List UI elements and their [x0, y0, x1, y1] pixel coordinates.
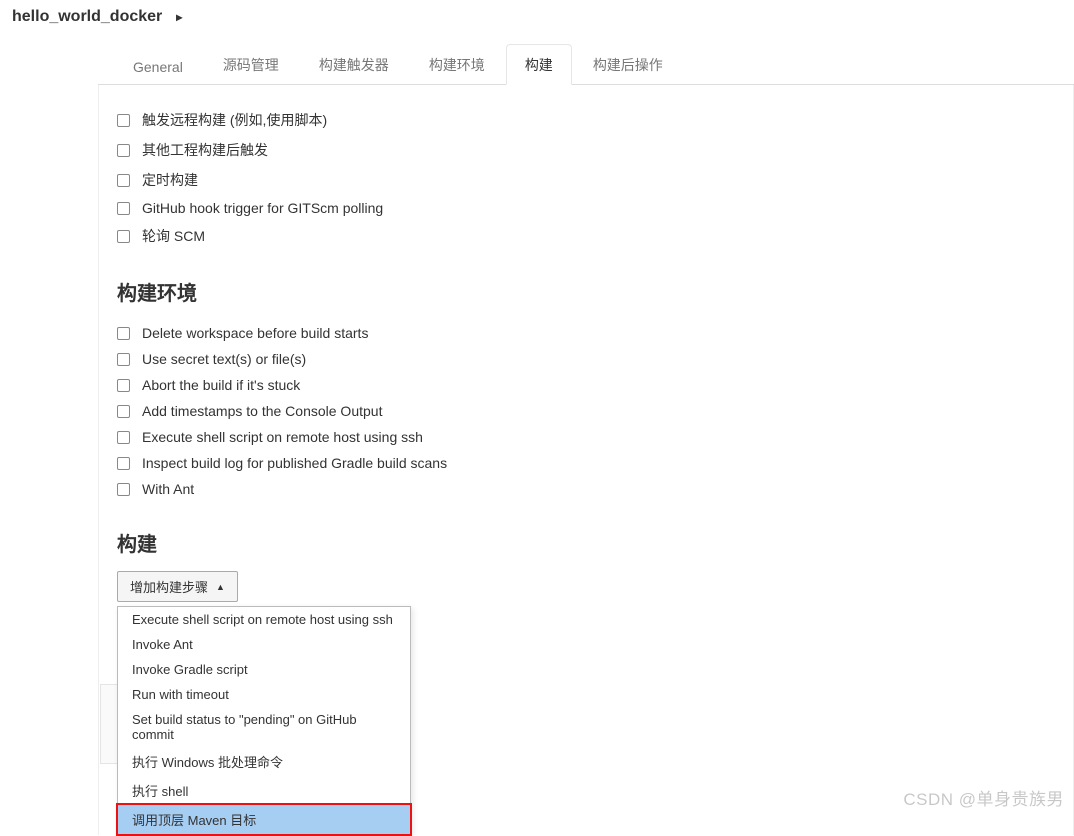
add-build-step-button[interactable]: 增加构建步骤 ▲: [117, 571, 238, 602]
chevron-right-icon: ▸: [176, 10, 182, 24]
build-step-option[interactable]: Invoke Gradle script: [118, 657, 410, 682]
buildenv-checkbox[interactable]: [117, 431, 130, 444]
trigger-checkbox[interactable]: [117, 114, 130, 127]
buildenv-checkbox[interactable]: [117, 379, 130, 392]
buildenv-label: Use secret text(s) or file(s): [142, 351, 306, 367]
config-tabs: General源码管理构建触发器构建环境构建构建后操作: [98, 34, 1074, 84]
tab-1[interactable]: 源码管理: [204, 44, 298, 84]
buildenv-label: Abort the build if it's stuck: [142, 377, 300, 393]
buildenv-row: Delete workspace before build starts: [117, 320, 1055, 346]
build-step-option[interactable]: Run with timeout: [118, 682, 410, 707]
build-step-option[interactable]: 调用顶层 Maven 目标: [116, 803, 412, 836]
build-step-option[interactable]: 执行 Windows 批处理命令: [118, 747, 410, 776]
trigger-label: 轮询 SCM: [142, 226, 205, 246]
add-build-step-dropdown: Execute shell script on remote host usin…: [117, 606, 411, 835]
config-content: 触发远程构建 (例如,使用脚本) 其他工程构建后触发定时构建 GitHub hook…: [98, 85, 1074, 835]
build-step-option[interactable]: Execute shell script on remote host usin…: [118, 607, 410, 632]
buildenv-label: With Ant: [142, 481, 194, 497]
breadcrumb: hello_world_docker ▸: [0, 0, 1074, 34]
buildenv-label: Add timestamps to the Console Output: [142, 403, 382, 419]
section-build-heading: 构建: [117, 528, 1055, 557]
build-step-option[interactable]: Set build status to "pending" on GitHub …: [118, 707, 410, 747]
buildenv-checkbox[interactable]: [117, 405, 130, 418]
tab-0[interactable]: General: [114, 48, 202, 84]
build-step-option[interactable]: 执行 shell: [118, 776, 410, 805]
trigger-row: 触发远程构建 (例如,使用脚本): [117, 105, 1055, 135]
caret-up-icon: ▲: [216, 582, 225, 592]
trigger-row: GitHub hook trigger for GITScm polling: [117, 195, 1055, 221]
buildenv-row: Inspect build log for published Gradle b…: [117, 450, 1055, 476]
trigger-row: 其他工程构建后触发: [117, 135, 1055, 165]
buildenv-row: Use secret text(s) or file(s): [117, 346, 1055, 372]
tab-2[interactable]: 构建触发器: [300, 44, 408, 84]
trigger-checkbox[interactable]: [117, 144, 130, 157]
buildenv-row: With Ant: [117, 476, 1055, 502]
section-build-env-heading: 构建环境: [117, 277, 1055, 306]
trigger-row: 定时构建: [117, 165, 1055, 195]
trigger-label: 触发远程构建 (例如,使用脚本): [142, 110, 327, 130]
buildenv-row: Add timestamps to the Console Output: [117, 398, 1055, 424]
buildenv-checkbox[interactable]: [117, 483, 130, 496]
buildenv-row: Execute shell script on remote host usin…: [117, 424, 1055, 450]
buildenv-label: Delete workspace before build starts: [142, 325, 368, 341]
buildenv-checkbox[interactable]: [117, 327, 130, 340]
buildenv-label: Execute shell script on remote host usin…: [142, 429, 423, 445]
add-build-step-label: 增加构建步骤: [130, 577, 208, 596]
build-step-option[interactable]: Invoke Ant: [118, 632, 410, 657]
buildenv-row: Abort the build if it's stuck: [117, 372, 1055, 398]
buildenv-checkbox[interactable]: [117, 353, 130, 366]
buildenv-checkbox[interactable]: [117, 457, 130, 470]
trigger-label: 定时构建: [142, 170, 198, 190]
trigger-label: 其他工程构建后触发: [142, 140, 268, 160]
tab-4[interactable]: 构建: [506, 44, 572, 85]
trigger-checkbox[interactable]: [117, 202, 130, 215]
tab-3[interactable]: 构建环境: [410, 44, 504, 84]
trigger-checkbox[interactable]: [117, 174, 130, 187]
trigger-label: GitHub hook trigger for GITScm polling: [142, 200, 383, 216]
trigger-row: 轮询 SCM: [117, 221, 1055, 251]
buildenv-label: Inspect build log for published Gradle b…: [142, 455, 447, 471]
tab-5[interactable]: 构建后操作: [574, 44, 682, 84]
trigger-checkbox[interactable]: [117, 230, 130, 243]
breadcrumb-title[interactable]: hello_world_docker: [12, 8, 162, 26]
